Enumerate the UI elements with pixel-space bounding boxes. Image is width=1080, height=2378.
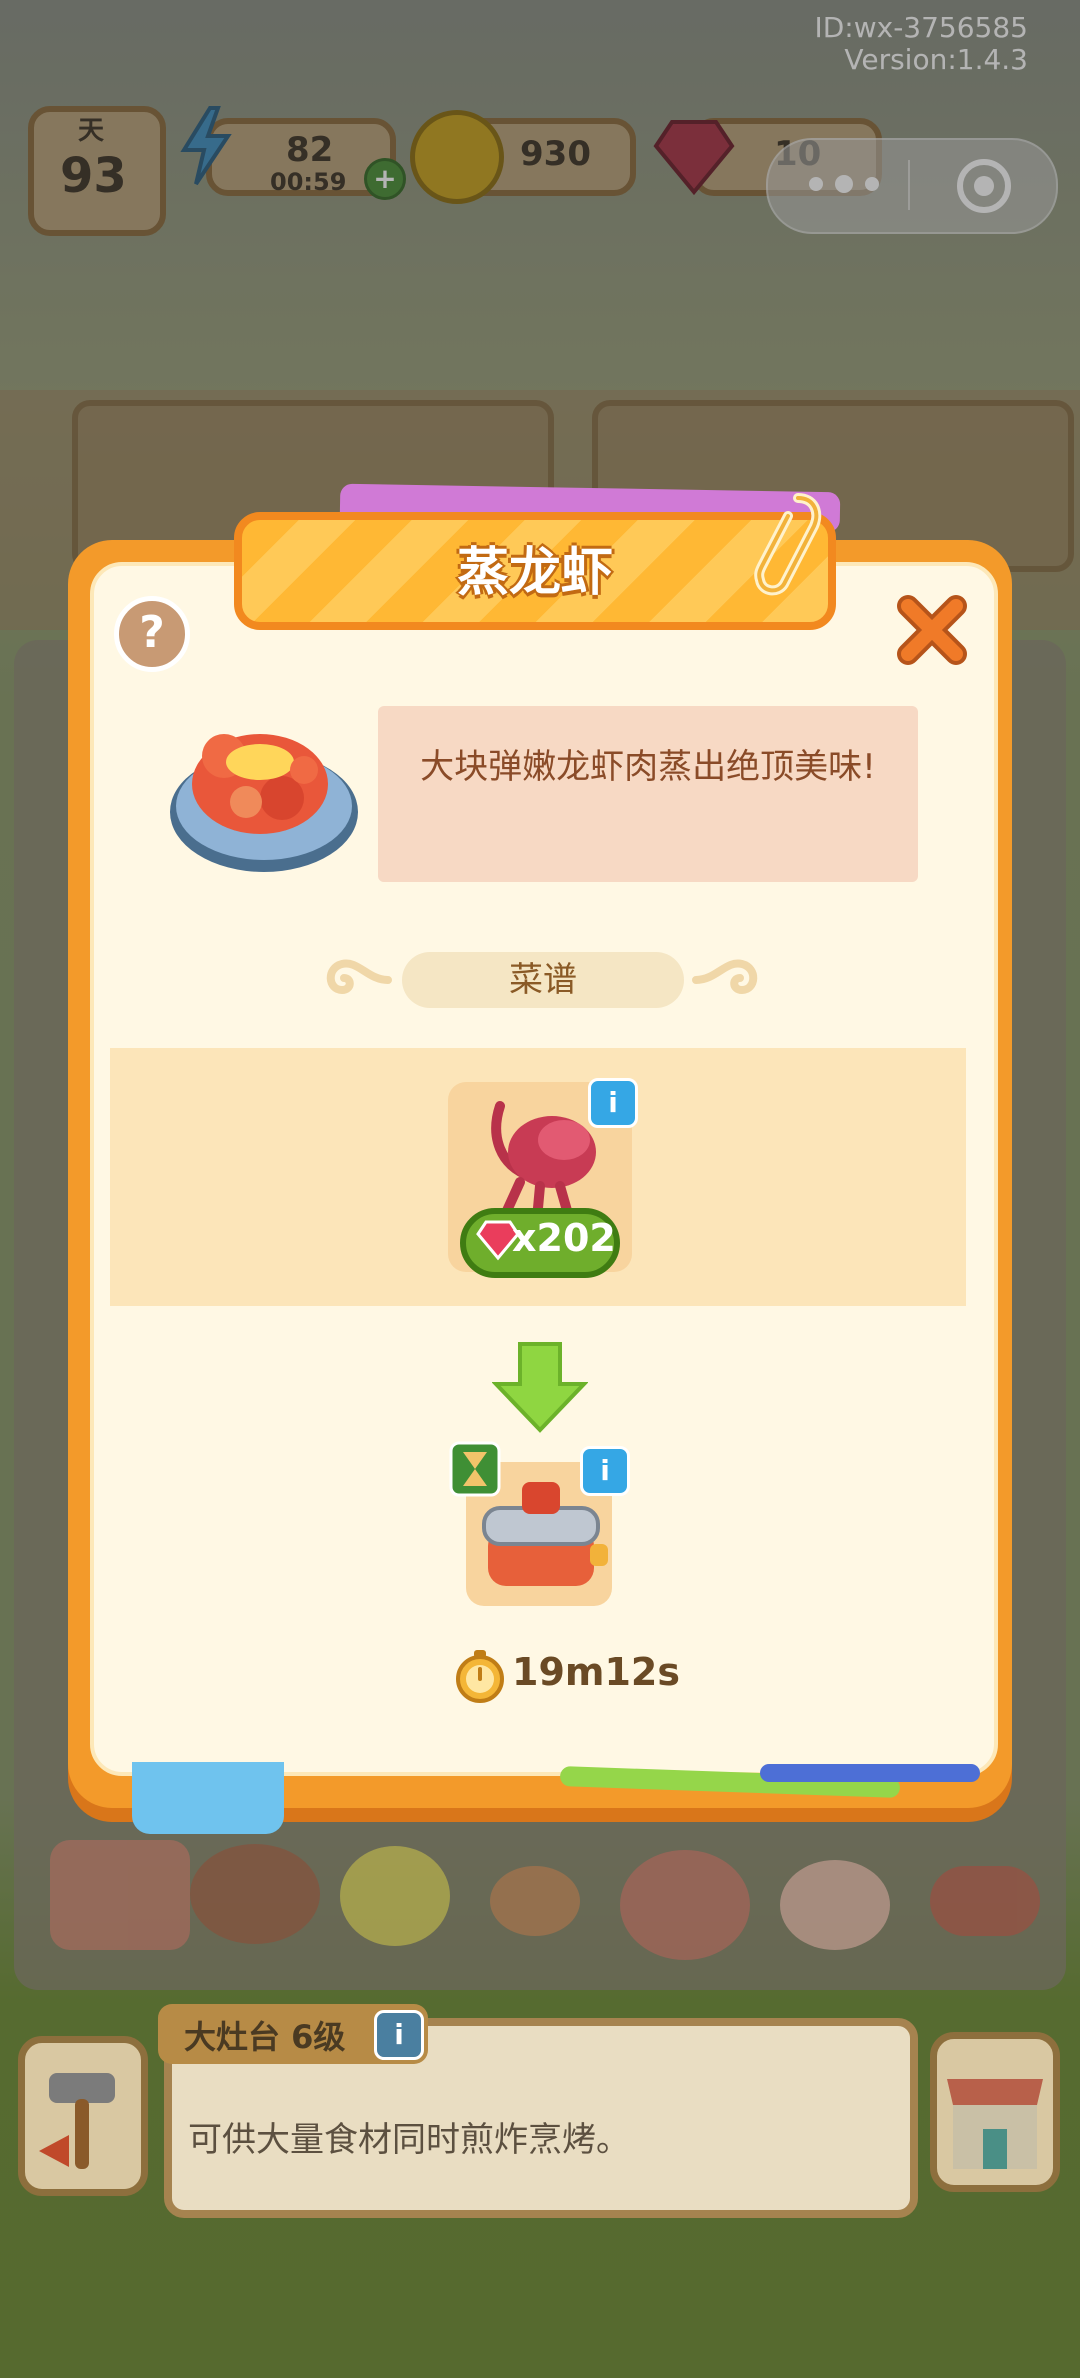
station-info-button[interactable]: i [374,2010,424,2060]
peanut-item [490,1866,580,1936]
cooking-tool-info-button[interactable]: i [580,1446,630,1496]
stopwatch-icon [454,1648,506,1704]
left-swirl-ornament [308,950,392,1010]
blue-strip-decoration [760,1764,980,1782]
dish-description: 大块弹嫩龙虾肉蒸出绝顶美味! [420,747,876,787]
right-swirl-ornament [692,950,776,1010]
steamed-lobster-dish-icon [164,700,364,880]
cook-time: 19m12s [512,1650,680,1694]
help-button[interactable]: ? [114,596,190,672]
lemon-item [340,1846,450,1946]
sausage-item [930,1866,1040,1936]
build-tool-button[interactable] [18,2036,148,2196]
recipe-label: 菜谱 [402,952,684,1008]
station-name: 大灶台 6级 [184,2018,346,2056]
hammer-icon [39,2073,115,2169]
pork-item [780,1860,890,1950]
down-arrow-icon [491,1340,589,1436]
ingredient-quantity: x202 [512,1216,616,1260]
steak-item [190,1844,320,1944]
paperclip-icon [744,488,828,598]
shop-button[interactable] [930,2032,1060,2192]
ham-item [620,1850,750,1960]
meat-tray-item [50,1840,190,1950]
close-button[interactable] [896,594,968,666]
shop-icon [947,2079,1043,2169]
food-tray-row [20,1810,1060,1990]
station-description: 可供大量食材同时煎炸烹烤。 [188,2120,630,2160]
ingredient-info-button[interactable]: i [588,1078,638,1128]
